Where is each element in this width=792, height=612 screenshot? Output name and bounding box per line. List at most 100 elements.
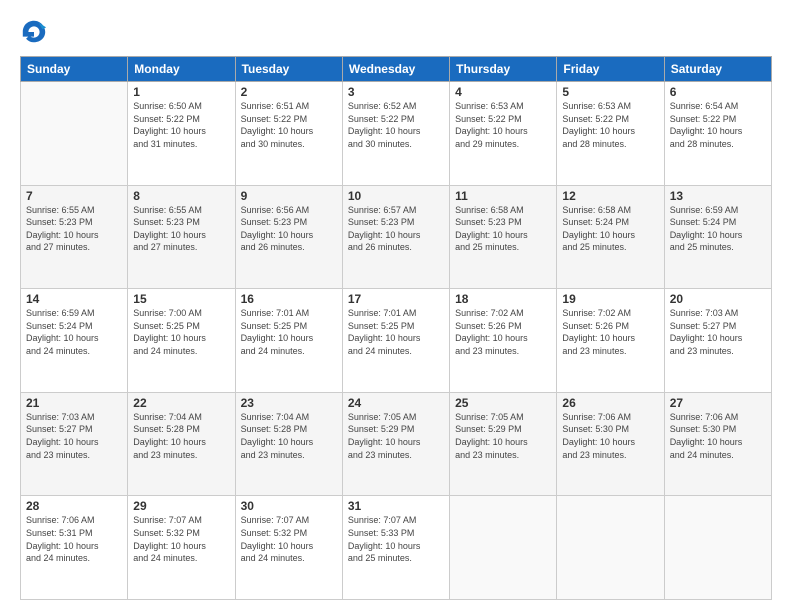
calendar-cell (664, 496, 771, 600)
day-number: 19 (562, 292, 658, 306)
calendar-cell: 5Sunrise: 6:53 AMSunset: 5:22 PMDaylight… (557, 82, 664, 186)
day-info: Sunrise: 6:51 AMSunset: 5:22 PMDaylight:… (241, 100, 337, 150)
day-info: Sunrise: 6:59 AMSunset: 5:24 PMDaylight:… (26, 307, 122, 357)
day-info: Sunrise: 7:04 AMSunset: 5:28 PMDaylight:… (241, 411, 337, 461)
day-number: 18 (455, 292, 551, 306)
day-info: Sunrise: 7:05 AMSunset: 5:29 PMDaylight:… (348, 411, 444, 461)
day-info: Sunrise: 6:53 AMSunset: 5:22 PMDaylight:… (562, 100, 658, 150)
calendar-cell: 25Sunrise: 7:05 AMSunset: 5:29 PMDayligh… (450, 392, 557, 496)
calendar-cell (557, 496, 664, 600)
day-info: Sunrise: 7:04 AMSunset: 5:28 PMDaylight:… (133, 411, 229, 461)
day-number: 20 (670, 292, 766, 306)
calendar-cell: 21Sunrise: 7:03 AMSunset: 5:27 PMDayligh… (21, 392, 128, 496)
day-info: Sunrise: 7:02 AMSunset: 5:26 PMDaylight:… (455, 307, 551, 357)
day-info: Sunrise: 7:01 AMSunset: 5:25 PMDaylight:… (241, 307, 337, 357)
day-info: Sunrise: 6:59 AMSunset: 5:24 PMDaylight:… (670, 204, 766, 254)
day-number: 8 (133, 189, 229, 203)
calendar-cell: 12Sunrise: 6:58 AMSunset: 5:24 PMDayligh… (557, 185, 664, 289)
calendar-cell: 9Sunrise: 6:56 AMSunset: 5:23 PMDaylight… (235, 185, 342, 289)
day-number: 23 (241, 396, 337, 410)
day-number: 21 (26, 396, 122, 410)
day-info: Sunrise: 7:03 AMSunset: 5:27 PMDaylight:… (26, 411, 122, 461)
day-info: Sunrise: 6:53 AMSunset: 5:22 PMDaylight:… (455, 100, 551, 150)
day-number: 15 (133, 292, 229, 306)
day-info: Sunrise: 6:57 AMSunset: 5:23 PMDaylight:… (348, 204, 444, 254)
day-info: Sunrise: 7:07 AMSunset: 5:32 PMDaylight:… (133, 514, 229, 564)
day-info: Sunrise: 6:54 AMSunset: 5:22 PMDaylight:… (670, 100, 766, 150)
calendar-cell: 17Sunrise: 7:01 AMSunset: 5:25 PMDayligh… (342, 289, 449, 393)
day-info: Sunrise: 7:06 AMSunset: 5:31 PMDaylight:… (26, 514, 122, 564)
calendar-cell: 20Sunrise: 7:03 AMSunset: 5:27 PMDayligh… (664, 289, 771, 393)
day-number: 31 (348, 499, 444, 513)
calendar-cell: 14Sunrise: 6:59 AMSunset: 5:24 PMDayligh… (21, 289, 128, 393)
weekday-header-wednesday: Wednesday (342, 57, 449, 82)
calendar-cell (450, 496, 557, 600)
calendar-cell: 19Sunrise: 7:02 AMSunset: 5:26 PMDayligh… (557, 289, 664, 393)
day-info: Sunrise: 6:55 AMSunset: 5:23 PMDaylight:… (26, 204, 122, 254)
calendar-week-row: 21Sunrise: 7:03 AMSunset: 5:27 PMDayligh… (21, 392, 772, 496)
calendar-cell: 6Sunrise: 6:54 AMSunset: 5:22 PMDaylight… (664, 82, 771, 186)
day-info: Sunrise: 7:07 AMSunset: 5:33 PMDaylight:… (348, 514, 444, 564)
calendar-week-row: 1Sunrise: 6:50 AMSunset: 5:22 PMDaylight… (21, 82, 772, 186)
day-number: 5 (562, 85, 658, 99)
weekday-header-tuesday: Tuesday (235, 57, 342, 82)
day-number: 6 (670, 85, 766, 99)
day-number: 25 (455, 396, 551, 410)
weekday-header-saturday: Saturday (664, 57, 771, 82)
day-number: 16 (241, 292, 337, 306)
calendar-cell: 2Sunrise: 6:51 AMSunset: 5:22 PMDaylight… (235, 82, 342, 186)
day-info: Sunrise: 7:03 AMSunset: 5:27 PMDaylight:… (670, 307, 766, 357)
day-number: 22 (133, 396, 229, 410)
weekday-header-thursday: Thursday (450, 57, 557, 82)
calendar-cell: 4Sunrise: 6:53 AMSunset: 5:22 PMDaylight… (450, 82, 557, 186)
calendar-cell: 10Sunrise: 6:57 AMSunset: 5:23 PMDayligh… (342, 185, 449, 289)
day-info: Sunrise: 7:06 AMSunset: 5:30 PMDaylight:… (670, 411, 766, 461)
calendar-cell: 28Sunrise: 7:06 AMSunset: 5:31 PMDayligh… (21, 496, 128, 600)
day-number: 3 (348, 85, 444, 99)
calendar-cell: 27Sunrise: 7:06 AMSunset: 5:30 PMDayligh… (664, 392, 771, 496)
calendar-week-row: 7Sunrise: 6:55 AMSunset: 5:23 PMDaylight… (21, 185, 772, 289)
calendar-cell: 22Sunrise: 7:04 AMSunset: 5:28 PMDayligh… (128, 392, 235, 496)
day-number: 27 (670, 396, 766, 410)
header (20, 18, 772, 46)
calendar-cell: 29Sunrise: 7:07 AMSunset: 5:32 PMDayligh… (128, 496, 235, 600)
day-info: Sunrise: 6:50 AMSunset: 5:22 PMDaylight:… (133, 100, 229, 150)
calendar-cell: 18Sunrise: 7:02 AMSunset: 5:26 PMDayligh… (450, 289, 557, 393)
day-info: Sunrise: 6:58 AMSunset: 5:24 PMDaylight:… (562, 204, 658, 254)
calendar-cell: 31Sunrise: 7:07 AMSunset: 5:33 PMDayligh… (342, 496, 449, 600)
day-number: 7 (26, 189, 122, 203)
day-number: 26 (562, 396, 658, 410)
day-number: 2 (241, 85, 337, 99)
day-number: 4 (455, 85, 551, 99)
calendar-cell: 16Sunrise: 7:01 AMSunset: 5:25 PMDayligh… (235, 289, 342, 393)
calendar-cell: 15Sunrise: 7:00 AMSunset: 5:25 PMDayligh… (128, 289, 235, 393)
calendar-cell: 11Sunrise: 6:58 AMSunset: 5:23 PMDayligh… (450, 185, 557, 289)
day-info: Sunrise: 6:56 AMSunset: 5:23 PMDaylight:… (241, 204, 337, 254)
weekday-header-sunday: Sunday (21, 57, 128, 82)
logo (20, 18, 50, 46)
day-number: 24 (348, 396, 444, 410)
calendar-cell: 23Sunrise: 7:04 AMSunset: 5:28 PMDayligh… (235, 392, 342, 496)
calendar-table: SundayMondayTuesdayWednesdayThursdayFrid… (20, 56, 772, 600)
day-number: 29 (133, 499, 229, 513)
day-info: Sunrise: 6:55 AMSunset: 5:23 PMDaylight:… (133, 204, 229, 254)
calendar-cell: 24Sunrise: 7:05 AMSunset: 5:29 PMDayligh… (342, 392, 449, 496)
day-number: 10 (348, 189, 444, 203)
calendar-cell: 1Sunrise: 6:50 AMSunset: 5:22 PMDaylight… (128, 82, 235, 186)
calendar-cell: 13Sunrise: 6:59 AMSunset: 5:24 PMDayligh… (664, 185, 771, 289)
day-number: 28 (26, 499, 122, 513)
day-info: Sunrise: 7:05 AMSunset: 5:29 PMDaylight:… (455, 411, 551, 461)
day-info: Sunrise: 6:52 AMSunset: 5:22 PMDaylight:… (348, 100, 444, 150)
calendar-cell: 8Sunrise: 6:55 AMSunset: 5:23 PMDaylight… (128, 185, 235, 289)
logo-icon (20, 18, 48, 46)
day-number: 1 (133, 85, 229, 99)
day-number: 17 (348, 292, 444, 306)
day-info: Sunrise: 7:01 AMSunset: 5:25 PMDaylight:… (348, 307, 444, 357)
day-number: 13 (670, 189, 766, 203)
day-number: 9 (241, 189, 337, 203)
calendar-week-row: 28Sunrise: 7:06 AMSunset: 5:31 PMDayligh… (21, 496, 772, 600)
day-info: Sunrise: 7:00 AMSunset: 5:25 PMDaylight:… (133, 307, 229, 357)
day-number: 30 (241, 499, 337, 513)
calendar-cell (21, 82, 128, 186)
calendar-cell: 30Sunrise: 7:07 AMSunset: 5:32 PMDayligh… (235, 496, 342, 600)
